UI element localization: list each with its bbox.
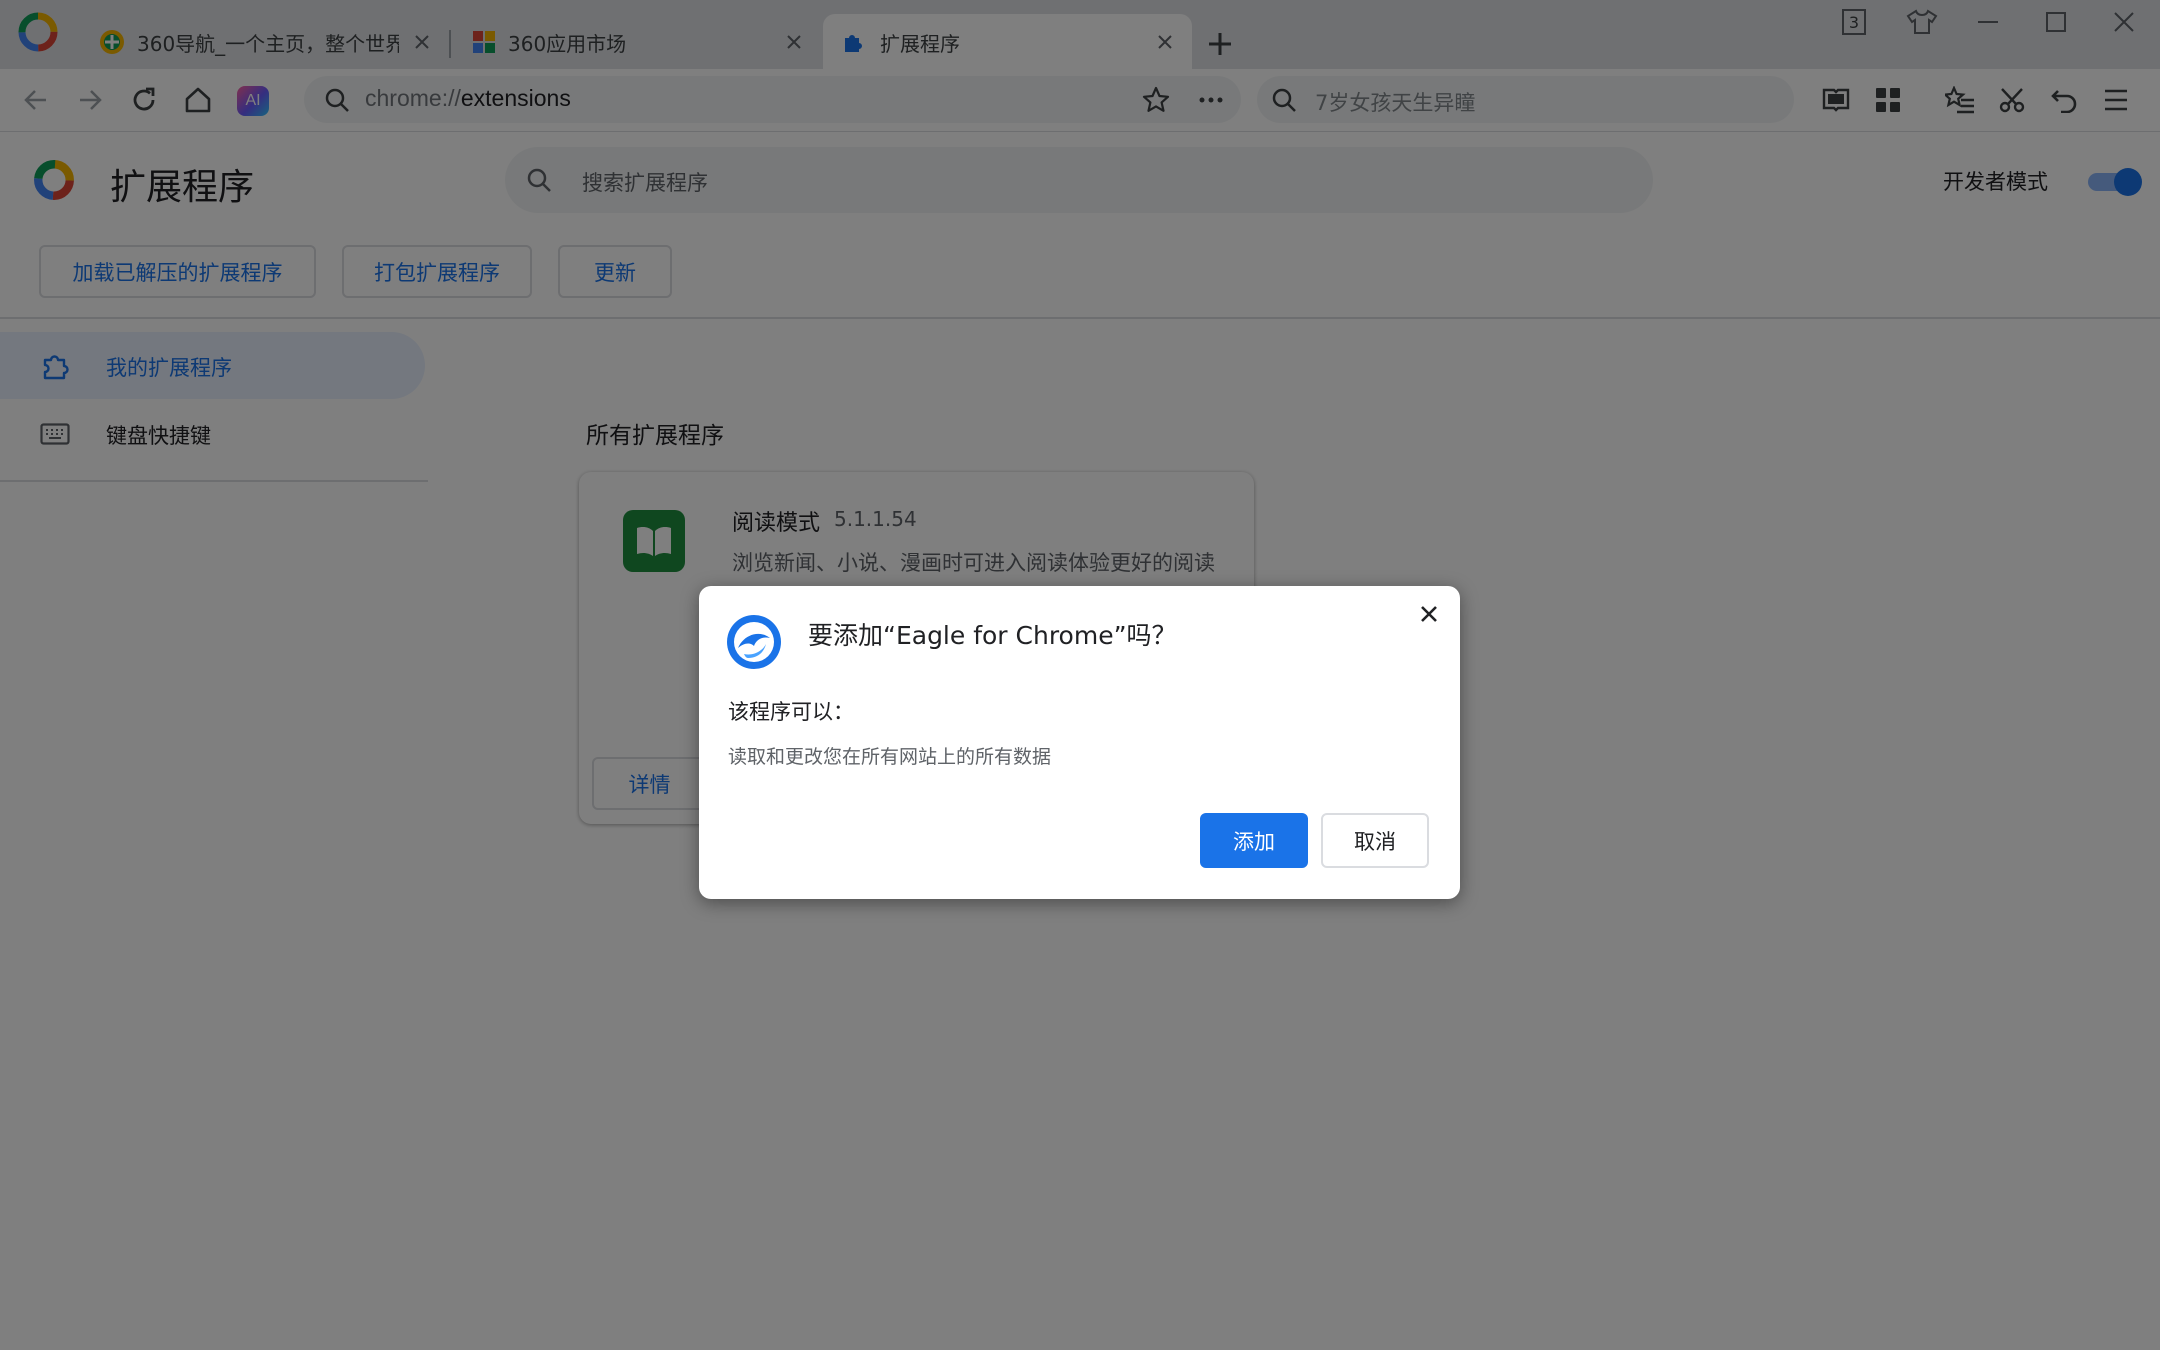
dialog-subtitle: 该程序可以： (728, 700, 854, 724)
eagle-extension-icon (726, 614, 782, 670)
cancel-button[interactable]: 取消 (1321, 813, 1429, 868)
install-extension-dialog: 要添加“Eagle for Chrome”吗？ 该程序可以： 读取和更改您在所有… (699, 586, 1460, 899)
permission-text: 读取和更改您在所有网站上的所有数据 (728, 746, 1052, 768)
dialog-title: 要添加“Eagle for Chrome”吗？ (808, 621, 1177, 650)
close-dialog-icon[interactable] (1413, 598, 1445, 630)
add-button[interactable]: 添加 (1200, 813, 1308, 868)
